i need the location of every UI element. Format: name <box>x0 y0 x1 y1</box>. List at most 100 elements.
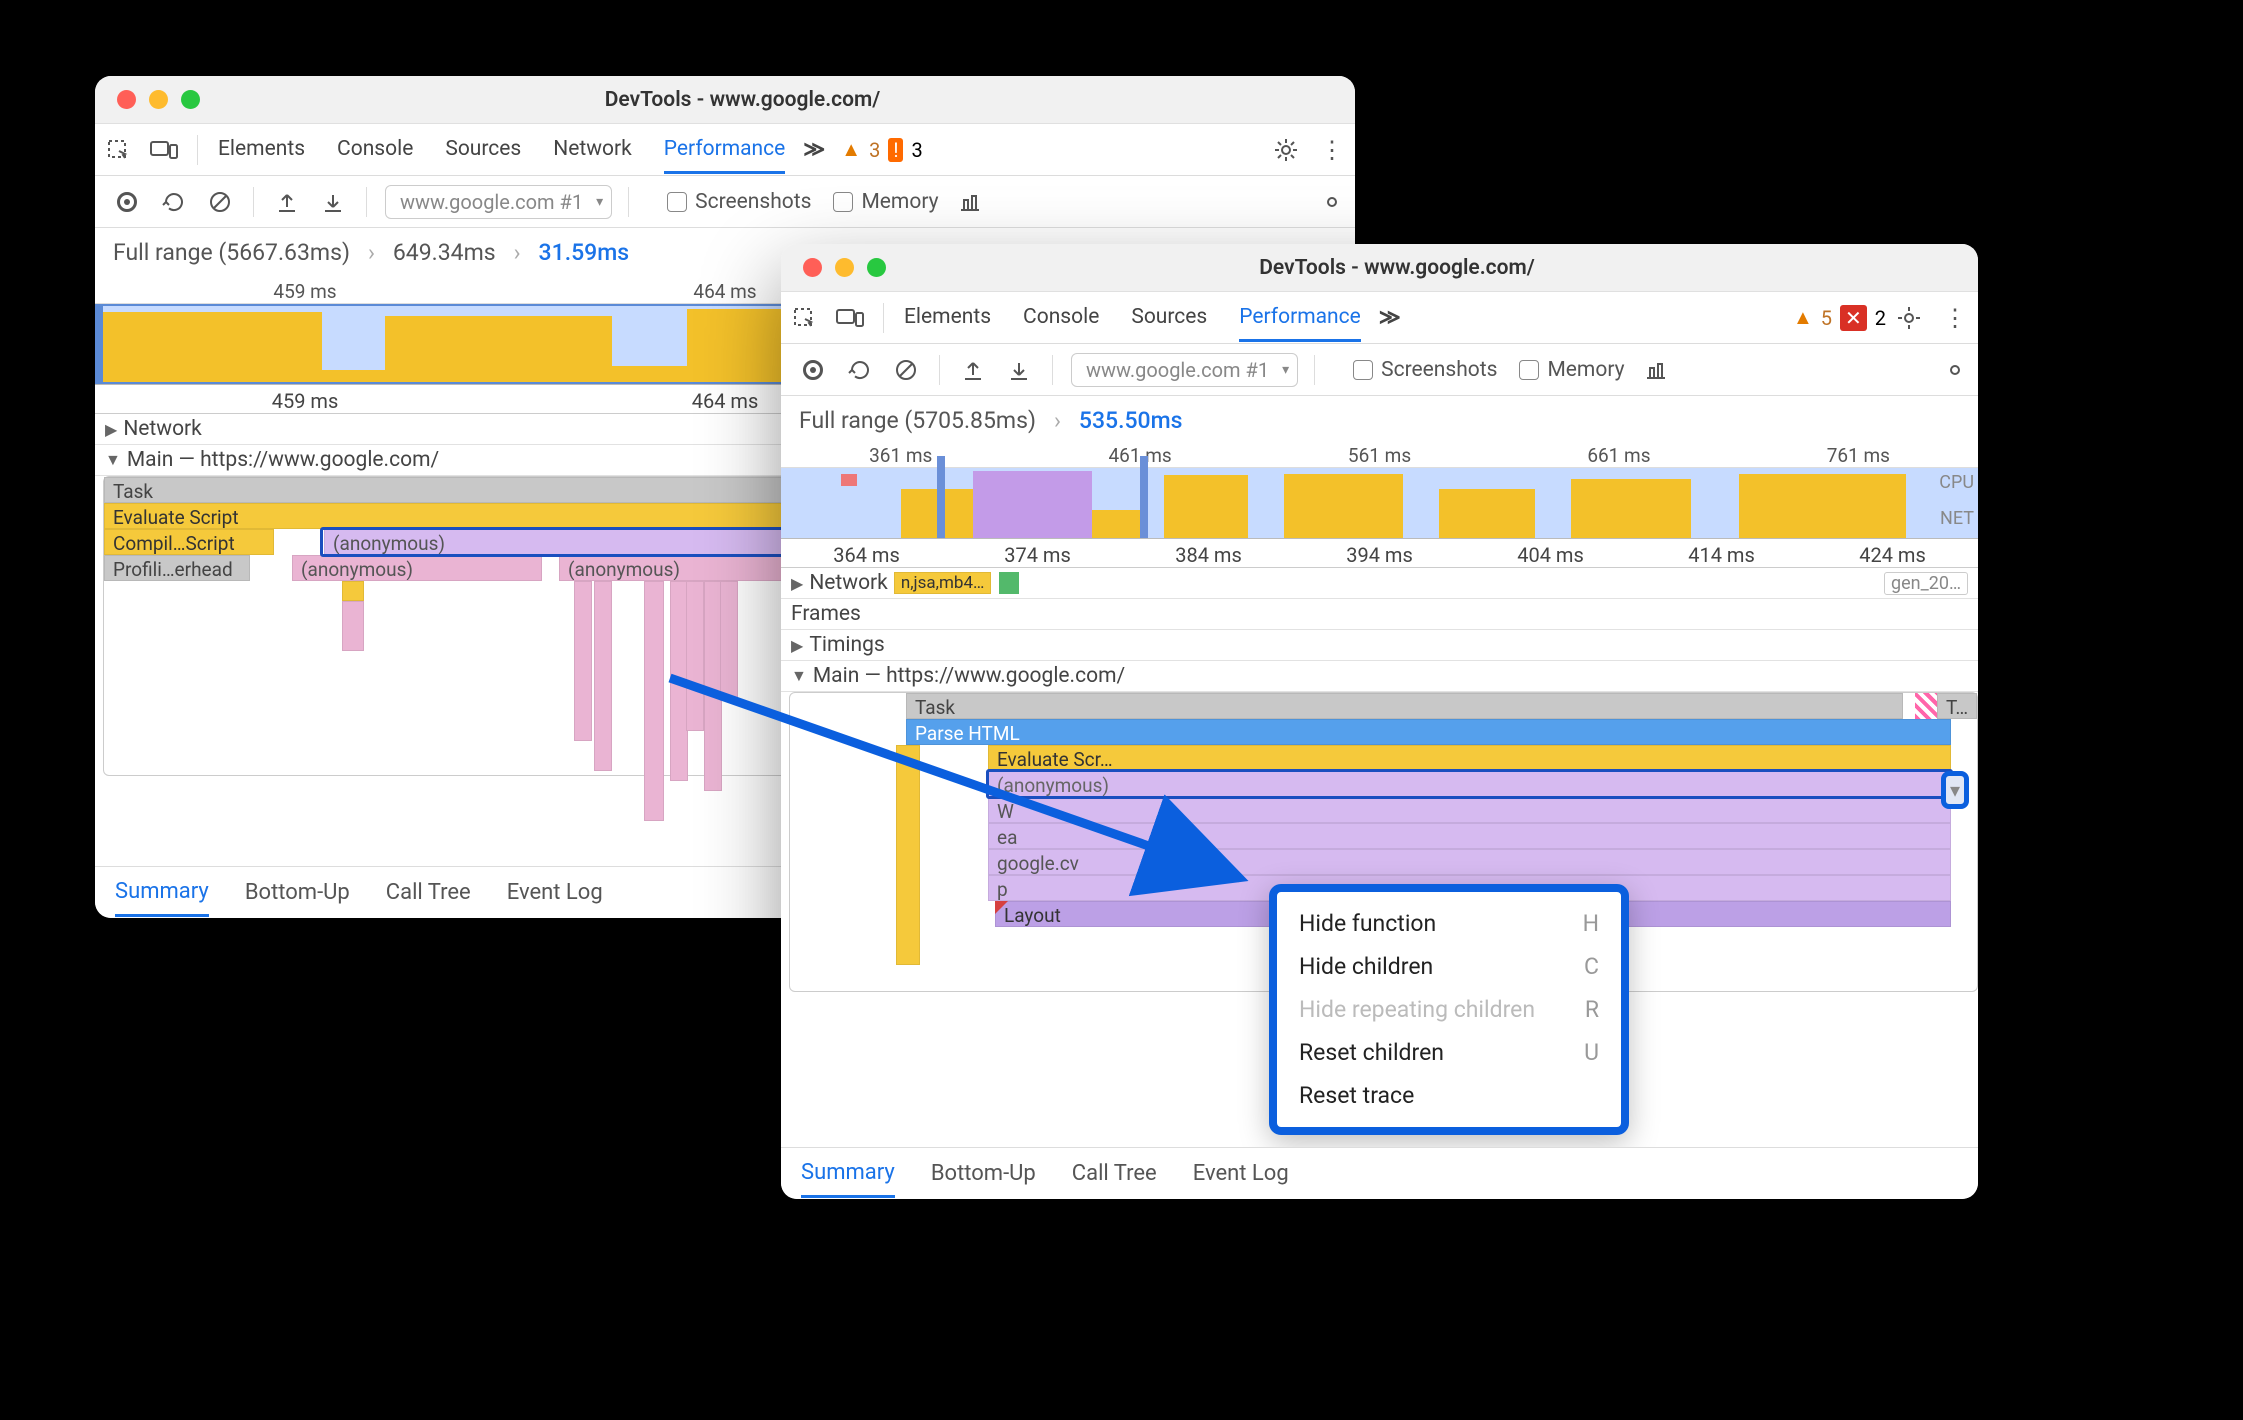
flame-compile[interactable]: Compil…Script <box>104 529 274 555</box>
menu-reset-trace[interactable]: Reset trace <box>1277 1074 1621 1117</box>
download-icon[interactable] <box>1002 353 1036 387</box>
menu-hide-children[interactable]: Hide childrenC <box>1277 945 1621 988</box>
tab-summary[interactable]: Summary <box>801 1160 895 1198</box>
issue-badges[interactable]: ▲5 ✕2 <box>1793 305 1886 331</box>
recording-select[interactable]: www.google.com #1▾ <box>385 185 612 219</box>
menu-reset-children[interactable]: Reset childrenU <box>1277 1031 1621 1074</box>
track-main[interactable]: ▼Main — https://www.google.com/ <box>781 661 1978 692</box>
cpu-overview[interactable]: CPU NET <box>781 468 1978 538</box>
network-chip-2[interactable]: gen_20… <box>1884 572 1968 595</box>
tabs-overflow-icon[interactable]: ≫ <box>803 137 825 162</box>
range-handle-right[interactable] <box>1140 456 1148 538</box>
tab-sources[interactable]: Sources <box>1131 293 1207 342</box>
menu-label: Hide function <box>1299 910 1436 937</box>
record-button[interactable] <box>117 192 137 212</box>
device-toolbar-icon[interactable] <box>833 301 867 335</box>
menu-hide-repeating: Hide repeating childrenR <box>1277 988 1621 1031</box>
tab-bottom-up[interactable]: Bottom-Up <box>931 1161 1036 1186</box>
tab-elements[interactable]: Elements <box>218 125 305 174</box>
menu-hide-function[interactable]: Hide functionH <box>1277 902 1621 945</box>
flame-task-2[interactable]: T… <box>1937 693 1977 719</box>
tab-console[interactable]: Console <box>1023 293 1099 342</box>
tabs-overflow-icon[interactable]: ≫ <box>1379 305 1401 330</box>
download-icon[interactable] <box>316 185 350 219</box>
breadcrumb-full[interactable]: Full range (5705.85ms) <box>799 407 1036 434</box>
memory-checkbox[interactable] <box>1519 360 1539 380</box>
close-icon[interactable] <box>117 90 136 109</box>
recording-select-value: www.google.com #1 <box>1086 358 1269 382</box>
gear-icon[interactable] <box>1315 185 1349 219</box>
reload-record-icon[interactable] <box>157 185 191 219</box>
recording-select[interactable]: www.google.com #1▾ <box>1071 353 1298 387</box>
gear-icon[interactable] <box>1938 353 1972 387</box>
minimize-icon[interactable] <box>835 258 854 277</box>
flame-anon2[interactable]: (anonymous) <box>292 555 542 581</box>
flame-gcv[interactable]: google.cv <box>988 849 1951 875</box>
gear-icon[interactable] <box>1892 301 1926 335</box>
garbage-collect-icon[interactable] <box>1639 353 1673 387</box>
flame-w[interactable]: W <box>988 797 1951 823</box>
network-chip[interactable]: n,jsa,mb4… <box>894 572 992 594</box>
chevron-right-icon: ▶ <box>105 420 117 439</box>
upload-icon[interactable] <box>270 185 304 219</box>
tab-console[interactable]: Console <box>337 125 413 174</box>
zoom-icon[interactable] <box>867 258 886 277</box>
tab-call-tree[interactable]: Call Tree <box>386 880 471 905</box>
inspect-icon[interactable] <box>101 133 135 167</box>
breadcrumb-leaf[interactable]: 31.59ms <box>539 239 630 266</box>
range-breadcrumb: Full range (5705.85ms) › 535.50ms <box>781 396 1978 444</box>
tab-performance[interactable]: Performance <box>664 125 785 174</box>
tab-call-tree[interactable]: Call Tree <box>1072 1161 1157 1186</box>
more-icon[interactable]: ⋮ <box>1938 301 1972 335</box>
inspect-icon[interactable] <box>787 301 821 335</box>
window-title: DevTools - www.google.com/ <box>200 88 1355 112</box>
breadcrumb-full[interactable]: Full range (5667.63ms) <box>113 239 350 266</box>
range-handle-left[interactable] <box>937 456 945 538</box>
gear-icon[interactable] <box>1269 133 1303 167</box>
flame-task[interactable]: Task <box>906 693 1903 719</box>
zoom-icon[interactable] <box>181 90 200 109</box>
breadcrumb-leaf[interactable]: 535.50ms <box>1079 407 1183 434</box>
garbage-collect-icon[interactable] <box>953 185 987 219</box>
flame-ea[interactable]: ea <box>988 823 1951 849</box>
tick: 424 ms <box>1807 539 1978 567</box>
tab-event-log[interactable]: Event Log <box>1193 1161 1289 1186</box>
device-toolbar-icon[interactable] <box>147 133 181 167</box>
screenshots-checkbox[interactable] <box>667 192 687 212</box>
issue-badges[interactable]: ▲3 !3 <box>841 137 922 162</box>
network-chip-green[interactable] <box>999 572 1019 594</box>
tab-event-log[interactable]: Event Log <box>507 880 603 905</box>
flame-eval[interactable]: Evaluate Scr… <box>988 745 1951 771</box>
memory-checkbox[interactable] <box>833 192 853 212</box>
track-frames[interactable]: Frames <box>781 599 1978 630</box>
clear-icon[interactable] <box>203 185 237 219</box>
flame-parse[interactable]: Parse HTML <box>906 719 1951 745</box>
track-network[interactable]: ▶ Network n,jsa,mb4… gen_20… <box>781 568 1978 599</box>
screenshots-label: Screenshots <box>1381 358 1497 382</box>
tab-performance[interactable]: Performance <box>1239 293 1360 342</box>
separator <box>883 303 884 333</box>
reload-record-icon[interactable] <box>843 353 877 387</box>
close-icon[interactable] <box>803 258 822 277</box>
tab-summary[interactable]: Summary <box>115 879 209 917</box>
track-label: Timings <box>809 633 884 657</box>
chevron-right-icon: › <box>368 239 375 266</box>
upload-icon[interactable] <box>956 353 990 387</box>
tick: 414 ms <box>1636 539 1807 567</box>
tab-network[interactable]: Network <box>553 125 632 174</box>
screenshots-checkbox[interactable] <box>1353 360 1373 380</box>
tick: 404 ms <box>1465 539 1636 567</box>
tick: 374 ms <box>952 539 1123 567</box>
record-button[interactable] <box>803 360 823 380</box>
entry-dropdown-button[interactable]: ▾ <box>1941 771 1969 809</box>
tab-sources[interactable]: Sources <box>445 125 521 174</box>
breadcrumb-mid[interactable]: 649.34ms <box>393 239 496 266</box>
tab-bottom-up[interactable]: Bottom-Up <box>245 880 350 905</box>
track-timings[interactable]: ▶Timings <box>781 630 1978 661</box>
minimize-icon[interactable] <box>149 90 168 109</box>
tab-elements[interactable]: Elements <box>904 293 991 342</box>
clear-icon[interactable] <box>889 353 923 387</box>
tick: 364 ms <box>781 539 952 567</box>
more-icon[interactable]: ⋮ <box>1315 133 1349 167</box>
flame-profile[interactable]: Profili…erhead <box>104 555 250 581</box>
